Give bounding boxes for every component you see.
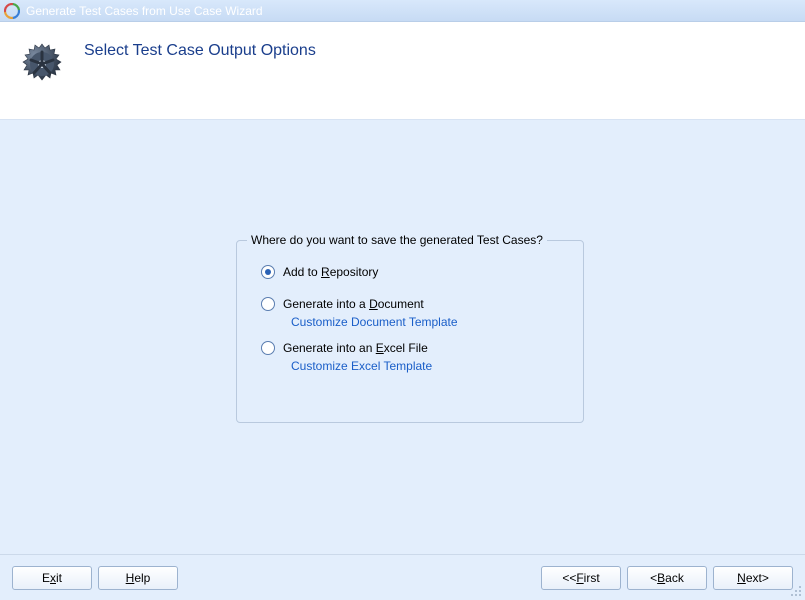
app-icon	[4, 3, 20, 19]
footer: Exit Help << First < Back Next >	[0, 554, 805, 600]
radio-document[interactable]	[261, 297, 275, 311]
link-customize-document-template[interactable]: Customize Document Template	[291, 315, 458, 329]
header-panel: Select Test Case Output Options	[0, 22, 805, 120]
titlebar: Generate Test Cases from Use Case Wizard	[0, 0, 805, 22]
radio-excel-label[interactable]: Generate into an Excel File	[283, 341, 428, 355]
option-add-to-repository[interactable]: Add to Repository	[261, 265, 575, 279]
link-customize-excel-template[interactable]: Customize Excel Template	[291, 359, 432, 373]
output-options-group: Where do you want to save the generated …	[236, 240, 584, 423]
page-heading: Select Test Case Output Options	[84, 42, 316, 60]
group-legend: Where do you want to save the generated …	[247, 233, 547, 247]
window-title: Generate Test Cases from Use Case Wizard	[26, 4, 263, 18]
radio-document-label[interactable]: Generate into a Document	[283, 297, 424, 311]
next-button[interactable]: Next >	[713, 566, 793, 590]
back-button[interactable]: < Back	[627, 566, 707, 590]
content-area: Where do you want to save the generated …	[0, 120, 805, 554]
option-generate-document[interactable]: Generate into a Document	[261, 297, 575, 311]
resize-grip[interactable]	[791, 586, 803, 598]
radio-excel[interactable]	[261, 341, 275, 355]
radio-repository-label[interactable]: Add to Repository	[283, 265, 378, 279]
radio-repository[interactable]	[261, 265, 275, 279]
help-button[interactable]: Help	[98, 566, 178, 590]
first-button[interactable]: << First	[541, 566, 621, 590]
option-generate-excel[interactable]: Generate into an Excel File	[261, 341, 575, 355]
exit-button[interactable]: Exit	[12, 566, 92, 590]
gear-icon	[18, 40, 66, 88]
